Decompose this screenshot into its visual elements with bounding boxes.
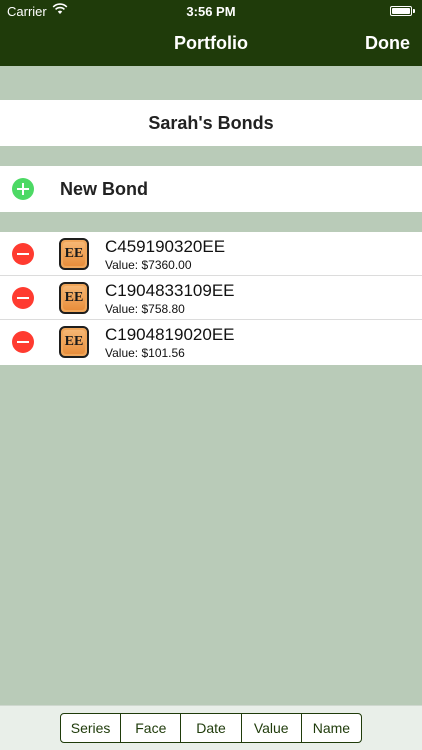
bond-serial-number: C1904833109EE: [105, 281, 235, 300]
ee-series-label: EE: [63, 242, 85, 266]
ee-series-icon: EE: [59, 238, 89, 270]
sort-by-series-button[interactable]: Series: [61, 714, 122, 742]
delete-circle-icon[interactable]: [12, 331, 34, 353]
ee-series-label: EE: [63, 330, 85, 354]
sort-segmented-control: Series Face Date Value Name: [60, 713, 362, 743]
ee-series-label: EE: [63, 286, 85, 310]
add-circle-icon[interactable]: [12, 178, 34, 200]
battery-icon: [390, 6, 415, 16]
sort-by-face-button[interactable]: Face: [121, 714, 182, 742]
delete-circle-icon[interactable]: [12, 243, 34, 265]
sort-by-date-button[interactable]: Date: [181, 714, 242, 742]
new-bond-row[interactable]: New Bond: [0, 166, 422, 212]
sort-toolbar: Series Face Date Value Name: [0, 705, 422, 750]
page-title: Portfolio: [174, 33, 248, 53]
bond-list: EE C459190320EE Value: $7360.00 EE C1904…: [0, 232, 422, 365]
bond-value: Value: $7360.00: [105, 258, 192, 272]
new-bond-label: New Bond: [60, 179, 148, 199]
ee-series-icon: EE: [59, 326, 89, 358]
navigation-bar: Carrier 3:56 PM Portfolio Done: [0, 0, 422, 66]
ee-series-icon: EE: [59, 282, 89, 314]
bond-value: Value: $101.56: [105, 346, 185, 360]
bond-row[interactable]: EE C459190320EE Value: $7360.00: [0, 232, 422, 276]
bond-row[interactable]: EE C1904833109EE Value: $758.80: [0, 276, 422, 320]
bond-row[interactable]: EE C1904819020EE Value: $101.56: [0, 320, 422, 365]
bond-serial-number: C459190320EE: [105, 237, 226, 256]
clock: 3:56 PM: [186, 4, 236, 19]
bond-value: Value: $758.80: [105, 302, 185, 316]
bond-serial-number: C1904819020EE: [105, 325, 235, 344]
done-button[interactable]: Done: [365, 33, 410, 54]
sort-by-name-button[interactable]: Name: [302, 714, 361, 742]
portfolio-name-cell[interactable]: Sarah's Bonds: [0, 100, 422, 146]
sort-by-value-button[interactable]: Value: [242, 714, 302, 742]
delete-circle-icon[interactable]: [12, 287, 34, 309]
status-bar: Carrier 3:56 PM: [0, 0, 422, 22]
